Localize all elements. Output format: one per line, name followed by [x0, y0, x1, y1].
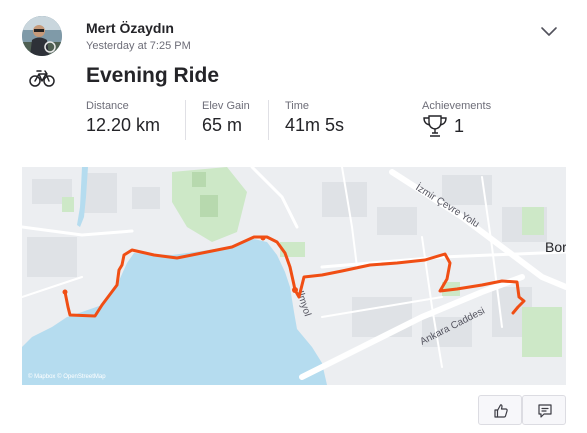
- time-label: Time: [285, 100, 310, 112]
- bike-icon: [29, 69, 55, 87]
- route-start-marker: [62, 289, 68, 295]
- stat-achievements: Achievements 1: [422, 100, 491, 140]
- stat-elev-gain: Elev Gain 65 m: [185, 100, 250, 140]
- kudos-button[interactable]: [478, 395, 522, 425]
- time-value: 41m 5s: [285, 115, 345, 135]
- avatar[interactable]: [22, 16, 62, 56]
- elev-gain-value: 65 m: [202, 115, 243, 135]
- thumbs-up-icon: [494, 404, 508, 418]
- comment-button[interactable]: [522, 395, 566, 425]
- comment-icon: [538, 404, 552, 418]
- map-attribution[interactable]: © Mapbox © OpenStreetMap: [28, 374, 106, 380]
- distance-value: 12.20 km: [86, 115, 161, 135]
- achievements-value: 1: [454, 115, 465, 136]
- route-waypoint-marker: [260, 235, 266, 241]
- activity-title[interactable]: Evening Ride: [86, 64, 219, 88]
- activity-timestamp: Yesterday at 7:25 PM: [86, 40, 191, 52]
- chevron-down-icon[interactable]: [540, 24, 558, 38]
- athlete-name[interactable]: Mert Özaydın: [86, 20, 174, 36]
- activity-card: Mert Özaydın Yesterday at 7:25 PM Evenin…: [0, 0, 587, 433]
- trophy-icon: [423, 115, 447, 137]
- elev-gain-label: Elev Gain: [202, 100, 250, 112]
- stat-time: Time 41m 5s: [268, 100, 344, 140]
- achievements-label: Achievements: [422, 100, 492, 112]
- stat-distance: Distance 12.20 km: [86, 100, 160, 140]
- distance-label: Distance: [86, 100, 129, 112]
- map-label-place: Bor: [545, 239, 566, 255]
- route-waypoint-marker: [292, 287, 298, 293]
- route-map[interactable]: İzmir Çevre Yolu Ankara Caddesi Ilmyol B…: [22, 167, 566, 385]
